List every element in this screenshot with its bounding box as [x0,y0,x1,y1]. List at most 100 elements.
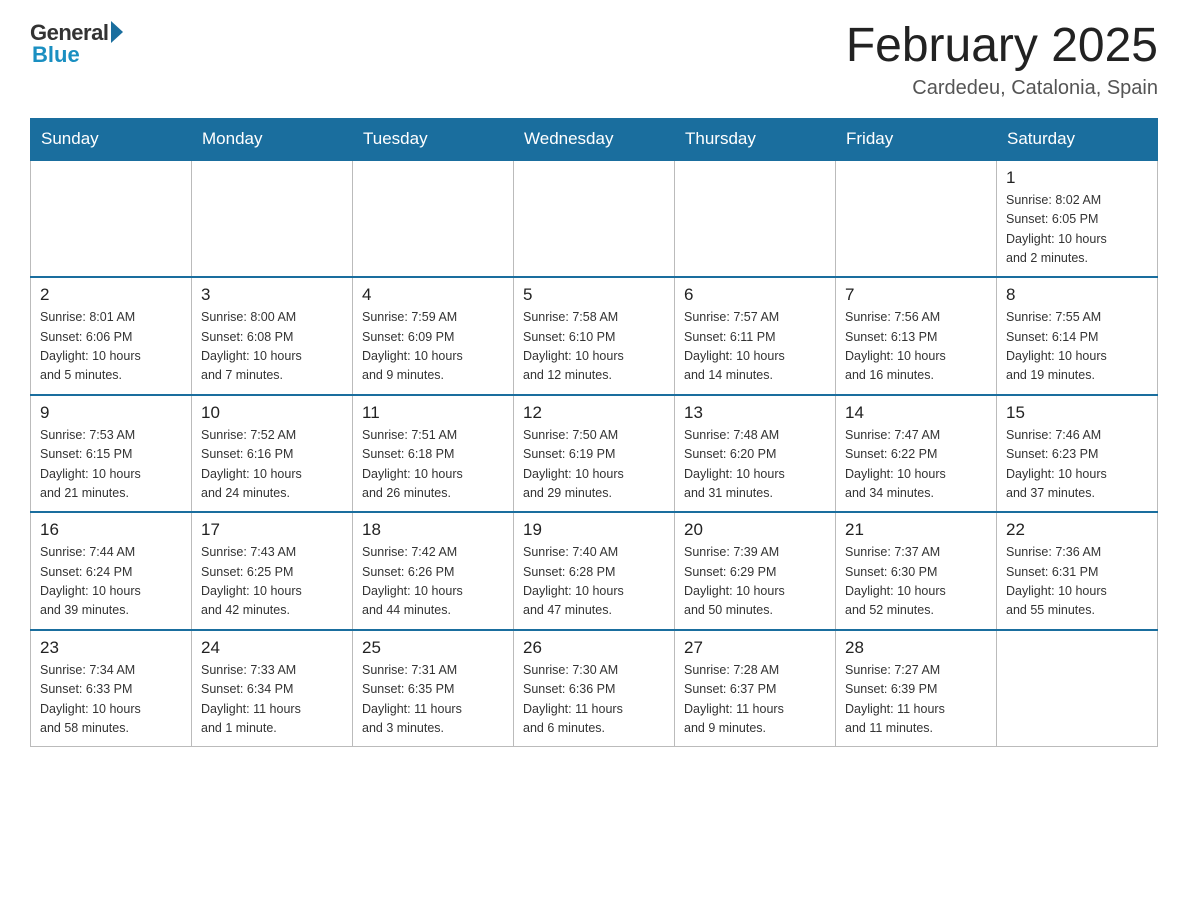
col-header-sunday: Sunday [31,118,192,160]
month-title: February 2025 [846,20,1158,73]
day-number: 2 [40,285,182,305]
day-number: 16 [40,520,182,540]
day-sun-info: Sunrise: 7:39 AM Sunset: 6:29 PM Dayligh… [684,543,826,621]
day-number: 22 [1006,520,1148,540]
day-sun-info: Sunrise: 7:37 AM Sunset: 6:30 PM Dayligh… [845,543,987,621]
week-row-4: 16 Sunrise: 7:44 AM Sunset: 6:24 PM Dayli… [31,512,1158,630]
day-number: 20 [684,520,826,540]
logo-arrow-icon [111,21,123,43]
day-number: 1 [1006,168,1148,188]
day-sun-info: Sunrise: 7:34 AM Sunset: 6:33 PM Dayligh… [40,661,182,739]
calendar-cell: 24 Sunrise: 7:33 AM Sunset: 6:34 PM Dayli… [192,630,353,747]
day-number: 6 [684,285,826,305]
calendar-cell [836,160,997,278]
day-sun-info: Sunrise: 7:52 AM Sunset: 6:16 PM Dayligh… [201,426,343,504]
day-number: 21 [845,520,987,540]
week-row-5: 23 Sunrise: 7:34 AM Sunset: 6:33 PM Dayli… [31,630,1158,747]
day-sun-info: Sunrise: 7:36 AM Sunset: 6:31 PM Dayligh… [1006,543,1148,621]
day-sun-info: Sunrise: 7:57 AM Sunset: 6:11 PM Dayligh… [684,308,826,386]
day-sun-info: Sunrise: 7:33 AM Sunset: 6:34 PM Dayligh… [201,661,343,739]
day-sun-info: Sunrise: 7:50 AM Sunset: 6:19 PM Dayligh… [523,426,665,504]
calendar-cell [31,160,192,278]
col-header-monday: Monday [192,118,353,160]
day-number: 26 [523,638,665,658]
day-sun-info: Sunrise: 7:31 AM Sunset: 6:35 PM Dayligh… [362,661,504,739]
day-sun-info: Sunrise: 7:30 AM Sunset: 6:36 PM Dayligh… [523,661,665,739]
calendar-cell: 20 Sunrise: 7:39 AM Sunset: 6:29 PM Dayli… [675,512,836,630]
week-row-2: 2Sunrise: 8:01 AM Sunset: 6:06 PM Daylig… [31,277,1158,395]
day-number: 23 [40,638,182,658]
calendar-cell: 14 Sunrise: 7:47 AM Sunset: 6:22 PM Dayli… [836,395,997,513]
day-number: 19 [523,520,665,540]
col-header-tuesday: Tuesday [353,118,514,160]
calendar-cell: 7 Sunrise: 7:56 AM Sunset: 6:13 PM Daylig… [836,277,997,395]
day-number: 28 [845,638,987,658]
calendar-cell [514,160,675,278]
calendar-cell [192,160,353,278]
calendar-cell: 10 Sunrise: 7:52 AM Sunset: 6:16 PM Dayli… [192,395,353,513]
calendar-cell: 28 Sunrise: 7:27 AM Sunset: 6:39 PM Dayli… [836,630,997,747]
day-number: 10 [201,403,343,423]
day-sun-info: Sunrise: 7:43 AM Sunset: 6:25 PM Dayligh… [201,543,343,621]
calendar-cell: 5Sunrise: 7:58 AM Sunset: 6:10 PM Daylig… [514,277,675,395]
day-sun-info: Sunrise: 7:47 AM Sunset: 6:22 PM Dayligh… [845,426,987,504]
day-sun-info: Sunrise: 7:53 AM Sunset: 6:15 PM Dayligh… [40,426,182,504]
col-header-thursday: Thursday [675,118,836,160]
day-number: 5 [523,285,665,305]
day-number: 15 [1006,403,1148,423]
week-row-1: 1Sunrise: 8:02 AM Sunset: 6:05 PM Daylig… [31,160,1158,278]
calendar-cell [997,630,1158,747]
calendar-table: SundayMondayTuesdayWednesdayThursdayFrid… [30,118,1158,748]
day-number: 4 [362,285,504,305]
calendar-cell: 18 Sunrise: 7:42 AM Sunset: 6:26 PM Dayli… [353,512,514,630]
day-number: 3 [201,285,343,305]
day-sun-info: Sunrise: 7:44 AM Sunset: 6:24 PM Dayligh… [40,543,182,621]
day-sun-info: Sunrise: 7:28 AM Sunset: 6:37 PM Dayligh… [684,661,826,739]
calendar-cell: 22 Sunrise: 7:36 AM Sunset: 6:31 PM Dayli… [997,512,1158,630]
calendar-cell: 13 Sunrise: 7:48 AM Sunset: 6:20 PM Dayli… [675,395,836,513]
day-number: 27 [684,638,826,658]
day-sun-info: Sunrise: 7:27 AM Sunset: 6:39 PM Dayligh… [845,661,987,739]
day-number: 18 [362,520,504,540]
col-header-friday: Friday [836,118,997,160]
day-number: 24 [201,638,343,658]
col-header-saturday: Saturday [997,118,1158,160]
calendar-cell: 25 Sunrise: 7:31 AM Sunset: 6:35 PM Dayli… [353,630,514,747]
day-number: 9 [40,403,182,423]
calendar-cell: 23 Sunrise: 7:34 AM Sunset: 6:33 PM Dayli… [31,630,192,747]
calendar-cell [353,160,514,278]
calendar-cell [675,160,836,278]
logo-blue-text: Blue [32,42,80,68]
calendar-cell: 16 Sunrise: 7:44 AM Sunset: 6:24 PM Dayli… [31,512,192,630]
calendar-cell: 11 Sunrise: 7:51 AM Sunset: 6:18 PM Dayli… [353,395,514,513]
day-number: 8 [1006,285,1148,305]
week-row-3: 9 Sunrise: 7:53 AM Sunset: 6:15 PM Daylig… [31,395,1158,513]
logo: General Blue [30,20,123,68]
day-sun-info: Sunrise: 7:51 AM Sunset: 6:18 PM Dayligh… [362,426,504,504]
calendar-cell: 17 Sunrise: 7:43 AM Sunset: 6:25 PM Dayli… [192,512,353,630]
calendar-cell: 15Sunrise: 7:46 AM Sunset: 6:23 PM Dayli… [997,395,1158,513]
page-header: General Blue February 2025 Cardedeu, Cat… [30,20,1158,100]
day-sun-info: Sunrise: 8:00 AM Sunset: 6:08 PM Dayligh… [201,308,343,386]
calendar-cell: 12 Sunrise: 7:50 AM Sunset: 6:19 PM Dayli… [514,395,675,513]
day-number: 17 [201,520,343,540]
day-number: 7 [845,285,987,305]
day-sun-info: Sunrise: 7:40 AM Sunset: 6:28 PM Dayligh… [523,543,665,621]
day-number: 25 [362,638,504,658]
day-sun-info: Sunrise: 7:48 AM Sunset: 6:20 PM Dayligh… [684,426,826,504]
calendar-cell: 9 Sunrise: 7:53 AM Sunset: 6:15 PM Daylig… [31,395,192,513]
day-sun-info: Sunrise: 7:56 AM Sunset: 6:13 PM Dayligh… [845,308,987,386]
day-number: 11 [362,403,504,423]
day-sun-info: Sunrise: 7:42 AM Sunset: 6:26 PM Dayligh… [362,543,504,621]
col-header-wednesday: Wednesday [514,118,675,160]
calendar-cell: 6 Sunrise: 7:57 AM Sunset: 6:11 PM Daylig… [675,277,836,395]
calendar-cell: 1Sunrise: 8:02 AM Sunset: 6:05 PM Daylig… [997,160,1158,278]
day-sun-info: Sunrise: 7:59 AM Sunset: 6:09 PM Dayligh… [362,308,504,386]
day-number: 14 [845,403,987,423]
calendar-header-row: SundayMondayTuesdayWednesdayThursdayFrid… [31,118,1158,160]
day-number: 12 [523,403,665,423]
calendar-cell: 4 Sunrise: 7:59 AM Sunset: 6:09 PM Daylig… [353,277,514,395]
location-subtitle: Cardedeu, Catalonia, Spain [846,77,1158,100]
day-number: 13 [684,403,826,423]
calendar-cell: 21 Sunrise: 7:37 AM Sunset: 6:30 PM Dayli… [836,512,997,630]
